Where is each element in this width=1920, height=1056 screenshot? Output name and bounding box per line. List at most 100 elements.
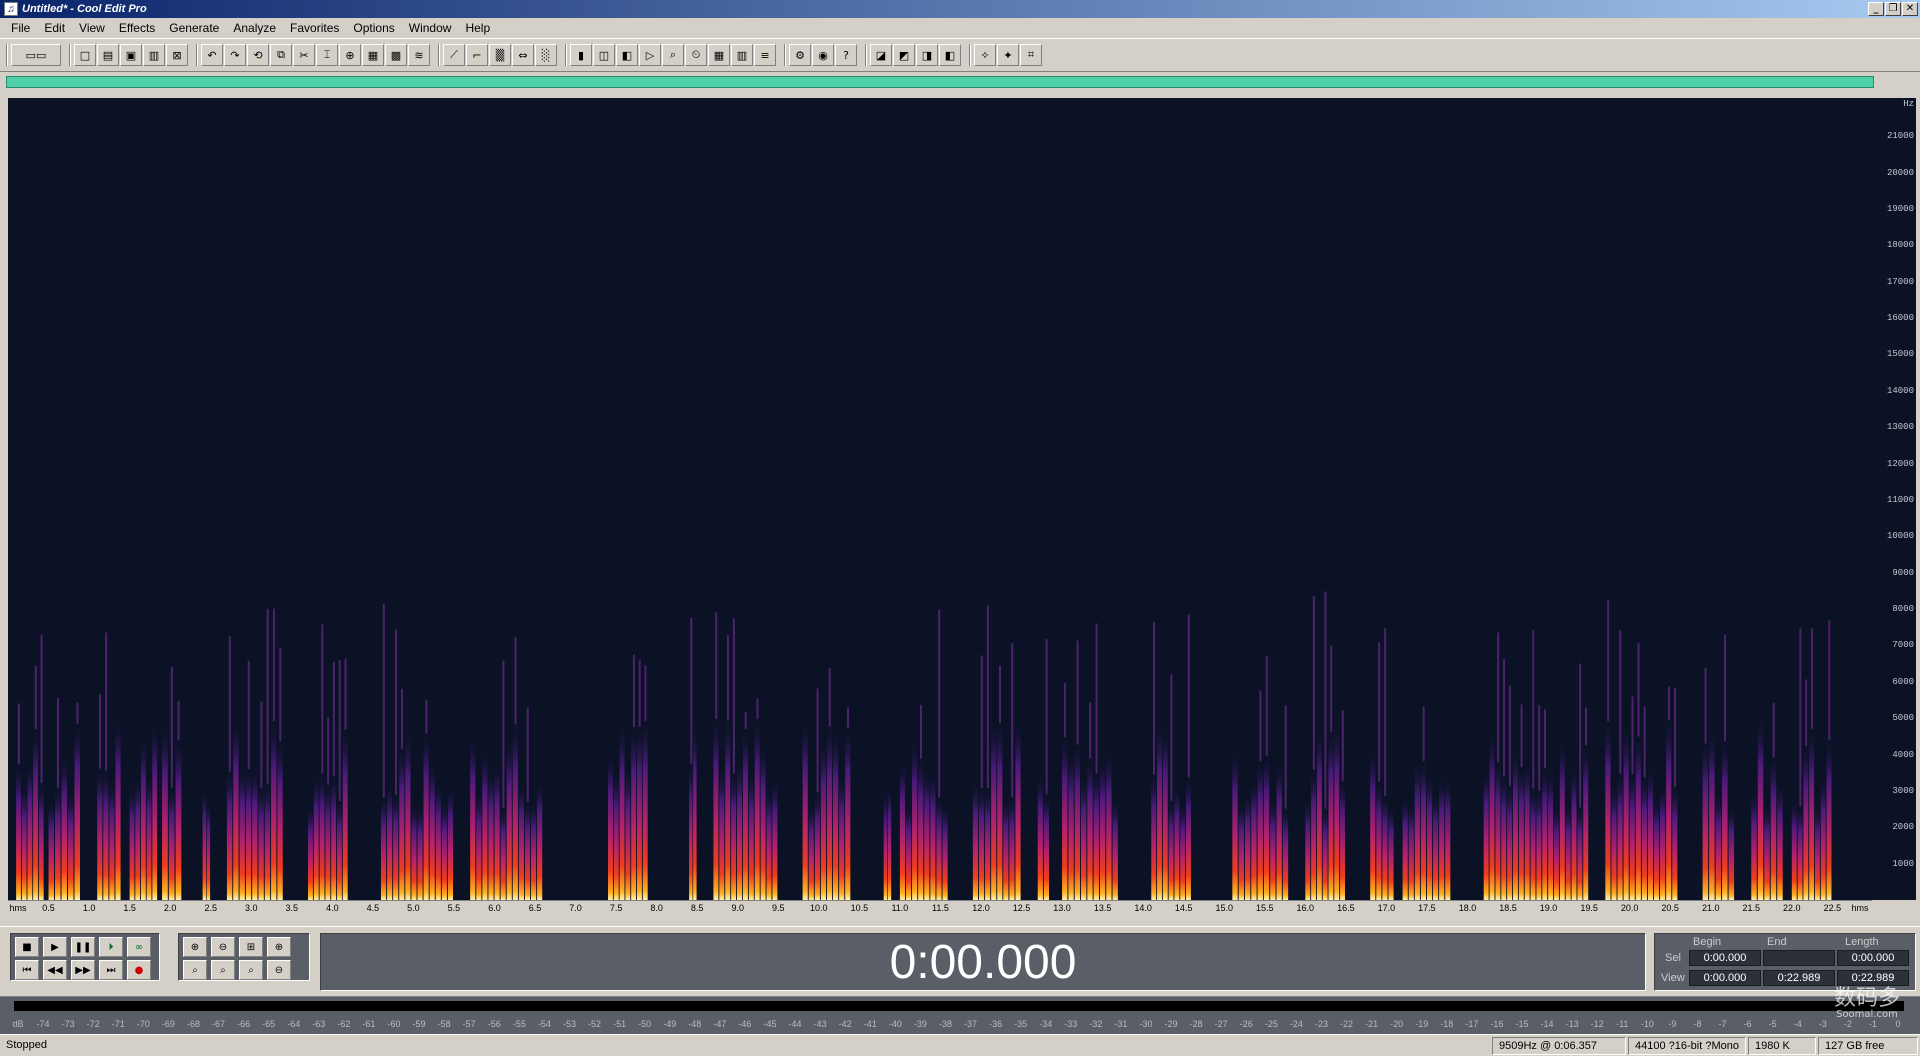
effect-4-button[interactable]: ◧ — [939, 44, 961, 66]
speech-burst-10-band-4 — [631, 727, 637, 900]
bits-icon: ▦ — [713, 48, 725, 62]
menu-options[interactable]: Options — [346, 21, 401, 35]
stretch-button[interactable]: ⇔ — [512, 44, 534, 66]
cdplayer-button[interactable]: ◉ — [812, 44, 834, 66]
time-fmt-button[interactable]: ⏲ — [685, 44, 707, 66]
open-button[interactable]: ▤ — [97, 44, 119, 66]
zoom-in-h-button[interactable]: ⊕ — [183, 937, 207, 957]
menu-effects[interactable]: Effects — [112, 21, 162, 35]
effect-1-button[interactable]: ◪ — [870, 44, 892, 66]
speech-burst-6-band-7 — [271, 721, 277, 900]
speech-burst-19-harmonic-6 — [1187, 614, 1190, 778]
menu-analyze[interactable]: Analyze — [226, 21, 283, 35]
copy-new-button[interactable]: ⧉ — [270, 44, 292, 66]
minimize-button[interactable]: _ — [1868, 2, 1884, 16]
tool-3-button[interactable]: ⌗ — [1020, 44, 1042, 66]
view-length-field[interactable]: 0:22.989 — [1837, 970, 1909, 986]
speech-burst-15-harmonic-3 — [919, 704, 922, 759]
zoom-left-button[interactable]: ⌕ — [183, 960, 207, 980]
redo-button[interactable]: ↷ — [224, 44, 246, 66]
close-button[interactable]: ⊠ — [166, 44, 188, 66]
time-tick-label: 14.0 — [1134, 903, 1152, 913]
sel-end-field[interactable] — [1763, 950, 1835, 966]
tool-2-button[interactable]: ✦ — [997, 44, 1019, 66]
speech-burst-9-band-11 — [537, 781, 543, 900]
paste-button[interactable]: ▦ — [362, 44, 384, 66]
speech-burst-24-band-15 — [1571, 768, 1577, 900]
time-tick-label: 11.0 — [891, 903, 909, 913]
view-begin-field[interactable]: 0:00.000 — [1689, 970, 1761, 986]
mode-toggle-button[interactable]: ▭▭ — [11, 44, 61, 66]
menu-view[interactable]: View — [72, 21, 112, 35]
speech-burst-2-band-3 — [115, 719, 121, 900]
menu-file[interactable]: File — [4, 21, 37, 35]
repeat-button[interactable]: ⟲ — [247, 44, 269, 66]
overview-range-bar[interactable] — [6, 76, 1874, 88]
menu-favorites[interactable]: Favorites — [283, 21, 346, 35]
menu-edit[interactable]: Edit — [37, 21, 72, 35]
time-ruler[interactable]: hms 0.5 1.0 1.5 2.0 2.5 3.0 3.5 4.0 4.5 5.0 5.5 6.0 6… — [8, 900, 1872, 916]
paste-new-button[interactable]: ▩ — [385, 44, 407, 66]
loop-button[interactable]: ∞ — [127, 937, 151, 957]
sel-begin-field[interactable]: 0:00.000 — [1689, 950, 1761, 966]
envelope-button[interactable]: ⌐ — [466, 44, 488, 66]
undo-button[interactable]: ↶ — [201, 44, 223, 66]
speech-burst-18-band-8 — [1112, 801, 1118, 900]
stop-button[interactable]: ■ — [15, 937, 39, 957]
noise-button[interactable]: ░ — [535, 44, 557, 66]
bits-button[interactable]: ▦ — [708, 44, 730, 66]
help-button[interactable]: ? — [835, 44, 857, 66]
sel-length-field[interactable]: 0:00.000 — [1837, 950, 1909, 966]
go-start-button[interactable]: ⏮ — [15, 960, 39, 980]
trim-button[interactable]: ⌶ — [316, 44, 338, 66]
pause-button[interactable]: ❚❚ — [71, 937, 95, 957]
effect-2-button[interactable]: ◩ — [893, 44, 915, 66]
zoom-full-button[interactable]: ◫ — [593, 44, 615, 66]
menu-generate[interactable]: Generate — [162, 21, 226, 35]
scan-button[interactable]: ⌕ — [662, 44, 684, 66]
speech-burst-26-band-4 — [1728, 808, 1735, 900]
zoom-right-button[interactable]: ⌕ — [211, 960, 235, 980]
mix-paste-button[interactable]: ⊕ — [339, 44, 361, 66]
rewind-button[interactable]: ◀◀ — [43, 960, 67, 980]
waveform-button[interactable]: ≡ — [754, 44, 776, 66]
play-to-end-button[interactable]: ⏵ — [99, 937, 123, 957]
speech-burst-24-band-6 — [1518, 767, 1524, 900]
zoom-out-h-button[interactable]: ⊖ — [211, 937, 235, 957]
zoom-sel-button[interactable]: ⌕ — [239, 960, 263, 980]
menu-window[interactable]: Window — [402, 21, 459, 35]
speech-burst-11-band-0 — [689, 763, 693, 900]
fade-button[interactable]: ▒ — [489, 44, 511, 66]
zoom-full-h-button[interactable]: ⊞ — [239, 937, 263, 957]
zoom-in-v-button[interactable]: ⊕ — [267, 937, 291, 957]
normalize-button[interactable]: ⟋ — [443, 44, 465, 66]
menu-help[interactable]: Help — [458, 21, 497, 35]
save-button[interactable]: ▣ — [120, 44, 142, 66]
effect-3-button[interactable]: ◨ — [916, 44, 938, 66]
go-end-button[interactable]: ⏭ — [99, 960, 123, 980]
mark-button[interactable]: ▮ — [570, 44, 592, 66]
view-end-field[interactable]: 0:22.989 — [1763, 970, 1835, 986]
zoom-sel-button[interactable]: ◧ — [616, 44, 638, 66]
restore-button[interactable]: ❐ — [1885, 2, 1901, 16]
play-button[interactable]: ▶ — [43, 937, 67, 957]
mix-button[interactable]: ≋ — [408, 44, 430, 66]
time-tick-label: 20.5 — [1661, 903, 1679, 913]
tool-1-button[interactable]: ✧ — [974, 44, 996, 66]
speech-burst-6-harmonic-5 — [260, 701, 263, 788]
close-icon: ⊠ — [172, 48, 182, 62]
settings-button[interactable]: ⚙ — [789, 44, 811, 66]
save-as-button[interactable]: ▥ — [143, 44, 165, 66]
spectrogram-canvas[interactable] — [8, 98, 1872, 900]
zoom-out-v-button[interactable]: ⊖ — [267, 960, 291, 980]
spectral-view[interactable] — [8, 98, 1872, 900]
spectral-button[interactable]: ▥ — [731, 44, 753, 66]
record-button[interactable]: ● — [127, 960, 151, 980]
close-button[interactable]: ✕ — [1902, 2, 1918, 16]
fast-forward-button[interactable]: ▶▶ — [71, 960, 95, 980]
speech-burst-25-harmonic-10 — [1667, 686, 1670, 721]
play-sel-button[interactable]: ▷ — [639, 44, 661, 66]
cut-button[interactable]: ✂ — [293, 44, 315, 66]
effect-4-icon: ◧ — [944, 48, 956, 62]
new-button[interactable]: □ — [74, 44, 96, 66]
